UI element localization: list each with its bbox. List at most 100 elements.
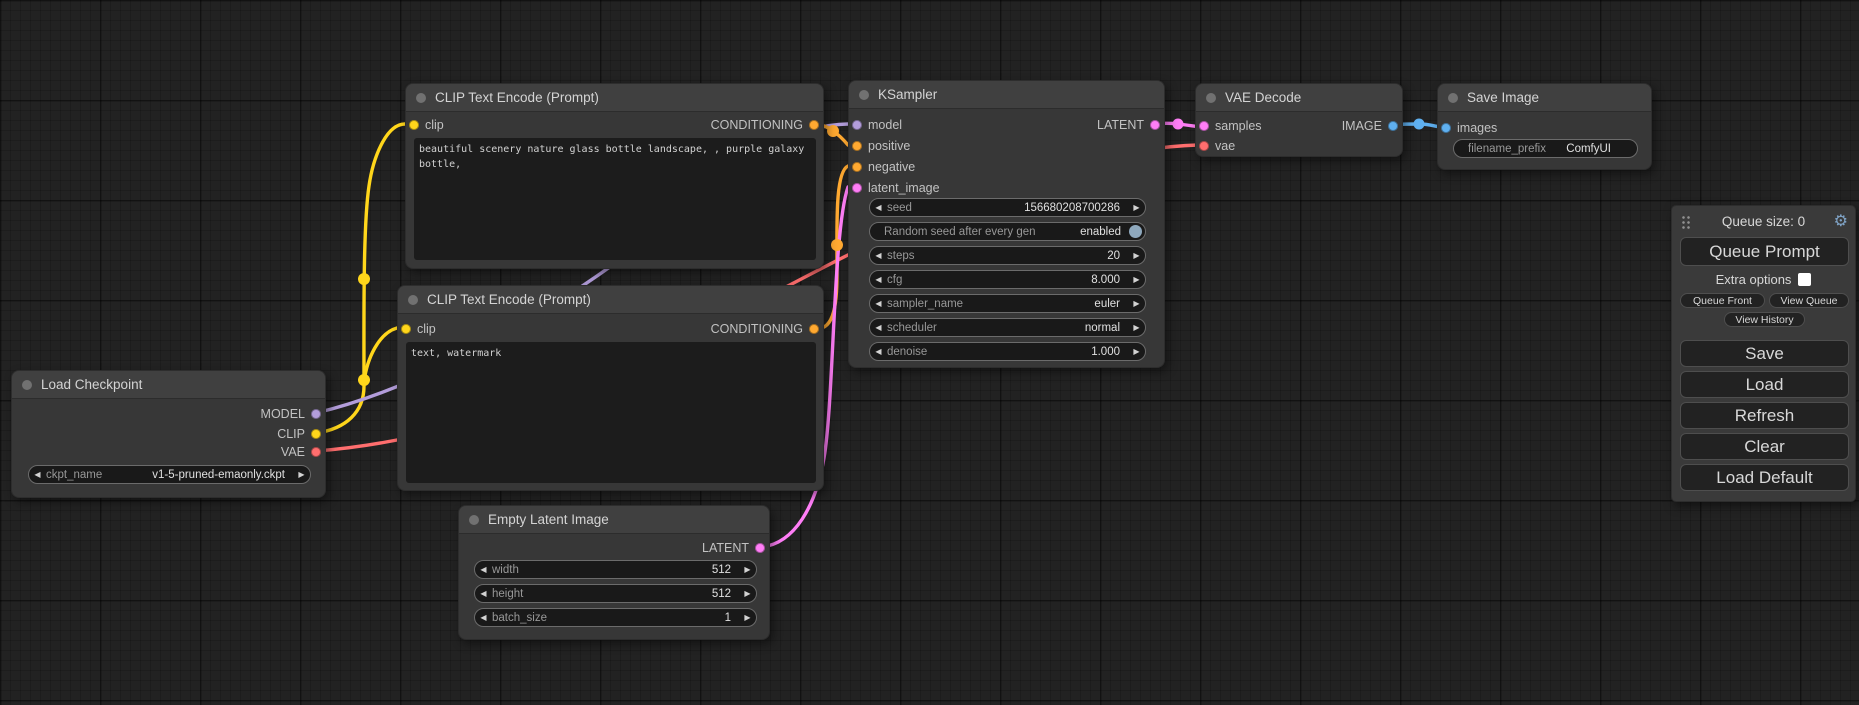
input-slot-samples[interactable]: samples bbox=[1196, 119, 1262, 133]
settings-gear-icon[interactable]: ⚙ bbox=[1834, 212, 1848, 232]
decrement-arrow-icon[interactable]: ◀ bbox=[870, 199, 887, 216]
output-slot-model[interactable]: MODEL bbox=[261, 407, 325, 421]
collapse-dot-icon[interactable] bbox=[1206, 93, 1216, 103]
node-load-checkpoint[interactable]: Load Checkpoint MODEL CLIP VAE ◀ ckpt_na… bbox=[11, 370, 326, 498]
increment-arrow-icon[interactable]: ▶ bbox=[293, 466, 310, 483]
reroute-dot-image[interactable] bbox=[1414, 119, 1425, 130]
node-title-bar[interactable]: Empty Latent Image bbox=[459, 506, 769, 534]
collapse-dot-icon[interactable] bbox=[408, 295, 418, 305]
increment-arrow-icon[interactable]: ▶ bbox=[1128, 343, 1145, 360]
reroute-dot-clip[interactable] bbox=[358, 273, 370, 285]
widget-filename-prefix[interactable]: filename_prefix ComfyUI bbox=[1453, 139, 1638, 158]
output-slot-image[interactable]: IMAGE bbox=[1342, 119, 1402, 133]
widget-seed[interactable]: ◀ seed 156680208700286 ▶ bbox=[869, 198, 1146, 217]
prompt-textarea[interactable]: text, watermark bbox=[406, 342, 816, 483]
node-title-bar[interactable]: Load Checkpoint bbox=[12, 371, 325, 399]
output-slot-latent[interactable]: LATENT bbox=[702, 541, 769, 555]
node-title-bar[interactable]: VAE Decode bbox=[1196, 84, 1402, 112]
slot-dot-clip[interactable] bbox=[409, 120, 419, 130]
slot-dot-image[interactable] bbox=[1388, 121, 1398, 131]
collapse-dot-icon[interactable] bbox=[1448, 93, 1458, 103]
slot-dot-latent[interactable] bbox=[755, 543, 765, 553]
collapse-dot-icon[interactable] bbox=[22, 380, 32, 390]
increment-arrow-icon[interactable]: ▶ bbox=[1128, 199, 1145, 216]
node-ksampler[interactable]: KSampler model positive negative latent_… bbox=[848, 80, 1165, 368]
view-queue-button[interactable]: View Queue bbox=[1769, 293, 1849, 308]
decrement-arrow-icon[interactable]: ◀ bbox=[29, 466, 46, 483]
slot-dot-clip[interactable] bbox=[401, 324, 411, 334]
output-slot-conditioning[interactable]: CONDITIONING bbox=[711, 322, 823, 336]
node-clip-text-encode-negative[interactable]: CLIP Text Encode (Prompt) clip CONDITION… bbox=[397, 285, 824, 491]
output-slot-vae[interactable]: VAE bbox=[281, 445, 325, 459]
node-title-bar[interactable]: Save Image bbox=[1438, 84, 1651, 112]
slot-dot-conditioning[interactable] bbox=[852, 162, 862, 172]
slot-dot-conditioning[interactable] bbox=[809, 324, 819, 334]
save-button[interactable]: Save bbox=[1680, 340, 1849, 367]
decrement-arrow-icon[interactable]: ◀ bbox=[870, 319, 887, 336]
widget-width[interactable]: ◀ width 512 ▶ bbox=[474, 560, 757, 579]
decrement-arrow-icon[interactable]: ◀ bbox=[870, 247, 887, 264]
reroute-dot-conditioning[interactable] bbox=[831, 239, 843, 251]
increment-arrow-icon[interactable]: ▶ bbox=[1128, 271, 1145, 288]
widget-batch-size[interactable]: ◀ batch_size 1 ▶ bbox=[474, 608, 757, 627]
increment-arrow-icon[interactable]: ▶ bbox=[1128, 295, 1145, 312]
load-default-button[interactable]: Load Default bbox=[1680, 464, 1849, 491]
node-title-bar[interactable]: KSampler bbox=[849, 81, 1164, 109]
slot-dot-latent[interactable] bbox=[1199, 121, 1209, 131]
slot-dot-conditioning[interactable] bbox=[852, 141, 862, 151]
collapse-dot-icon[interactable] bbox=[469, 515, 479, 525]
reroute-dot-clip[interactable] bbox=[358, 374, 370, 386]
widget-denoise[interactable]: ◀ denoise 1.000 ▶ bbox=[869, 342, 1146, 361]
collapse-dot-icon[interactable] bbox=[859, 90, 869, 100]
input-slot-positive[interactable]: positive bbox=[849, 139, 910, 153]
input-slot-images[interactable]: images bbox=[1438, 121, 1497, 135]
slot-dot-model[interactable] bbox=[852, 120, 862, 130]
node-save-image[interactable]: Save Image images filename_prefix ComfyU… bbox=[1437, 83, 1652, 170]
widget-random-seed-toggle[interactable]: Random seed after every gen enabled bbox=[869, 222, 1146, 241]
node-graph-canvas[interactable]: CLIP Text Encode (Prompt) clip CONDITION… bbox=[0, 0, 1859, 705]
widget-height[interactable]: ◀ height 512 ▶ bbox=[474, 584, 757, 603]
slot-dot-conditioning[interactable] bbox=[809, 120, 819, 130]
clear-button[interactable]: Clear bbox=[1680, 433, 1849, 460]
widget-steps[interactable]: ◀ steps 20 ▶ bbox=[869, 246, 1146, 265]
widget-scheduler[interactable]: ◀ scheduler normal ▶ bbox=[869, 318, 1146, 337]
node-empty-latent-image[interactable]: Empty Latent Image LATENT ◀ width 512 ▶ … bbox=[458, 505, 770, 640]
widget-cfg[interactable]: ◀ cfg 8.000 ▶ bbox=[869, 270, 1146, 289]
decrement-arrow-icon[interactable]: ◀ bbox=[475, 609, 492, 626]
reroute-dot-conditioning[interactable] bbox=[827, 125, 839, 137]
decrement-arrow-icon[interactable]: ◀ bbox=[475, 585, 492, 602]
increment-arrow-icon[interactable]: ▶ bbox=[739, 561, 756, 578]
input-slot-clip[interactable]: clip bbox=[398, 322, 436, 336]
slot-dot-latent[interactable] bbox=[852, 183, 862, 193]
node-vae-decode[interactable]: VAE Decode samples vae IMAGE bbox=[1195, 83, 1403, 157]
collapse-dot-icon[interactable] bbox=[416, 93, 426, 103]
refresh-button[interactable]: Refresh bbox=[1680, 402, 1849, 429]
widget-ckpt-name[interactable]: ◀ ckpt_name v1-5-pruned-emaonly.ckpt ▶ bbox=[28, 465, 311, 484]
decrement-arrow-icon[interactable]: ◀ bbox=[870, 295, 887, 312]
increment-arrow-icon[interactable]: ▶ bbox=[739, 609, 756, 626]
increment-arrow-icon[interactable]: ▶ bbox=[1128, 319, 1145, 336]
decrement-arrow-icon[interactable]: ◀ bbox=[870, 343, 887, 360]
slot-dot-image[interactable] bbox=[1441, 123, 1451, 133]
output-slot-conditioning[interactable]: CONDITIONING bbox=[711, 118, 823, 132]
input-slot-clip[interactable]: clip bbox=[406, 118, 444, 132]
input-slot-model[interactable]: model bbox=[849, 118, 902, 132]
input-slot-negative[interactable]: negative bbox=[849, 160, 915, 174]
slot-dot-clip[interactable] bbox=[311, 429, 321, 439]
extra-options-checkbox[interactable] bbox=[1798, 273, 1811, 286]
decrement-arrow-icon[interactable]: ◀ bbox=[870, 271, 887, 288]
widget-sampler-name[interactable]: ◀ sampler_name euler ▶ bbox=[869, 294, 1146, 313]
slot-dot-vae[interactable] bbox=[1199, 141, 1209, 151]
decrement-arrow-icon[interactable]: ◀ bbox=[475, 561, 492, 578]
load-button[interactable]: Load bbox=[1680, 371, 1849, 398]
node-title-bar[interactable]: CLIP Text Encode (Prompt) bbox=[398, 286, 823, 314]
reroute-dot-latent[interactable] bbox=[1173, 119, 1184, 130]
queue-panel[interactable]: Queue size: 0 ⚙ Queue Prompt Extra optio… bbox=[1671, 205, 1856, 502]
input-slot-vae[interactable]: vae bbox=[1196, 139, 1235, 153]
slot-dot-vae[interactable] bbox=[311, 447, 321, 457]
prompt-textarea[interactable]: beautiful scenery nature glass bottle la… bbox=[414, 138, 816, 260]
input-slot-latent-image[interactable]: latent_image bbox=[849, 181, 940, 195]
slot-dot-model[interactable] bbox=[311, 409, 321, 419]
output-slot-latent[interactable]: LATENT bbox=[1097, 118, 1164, 132]
toggle-dot-icon[interactable] bbox=[1129, 225, 1142, 238]
